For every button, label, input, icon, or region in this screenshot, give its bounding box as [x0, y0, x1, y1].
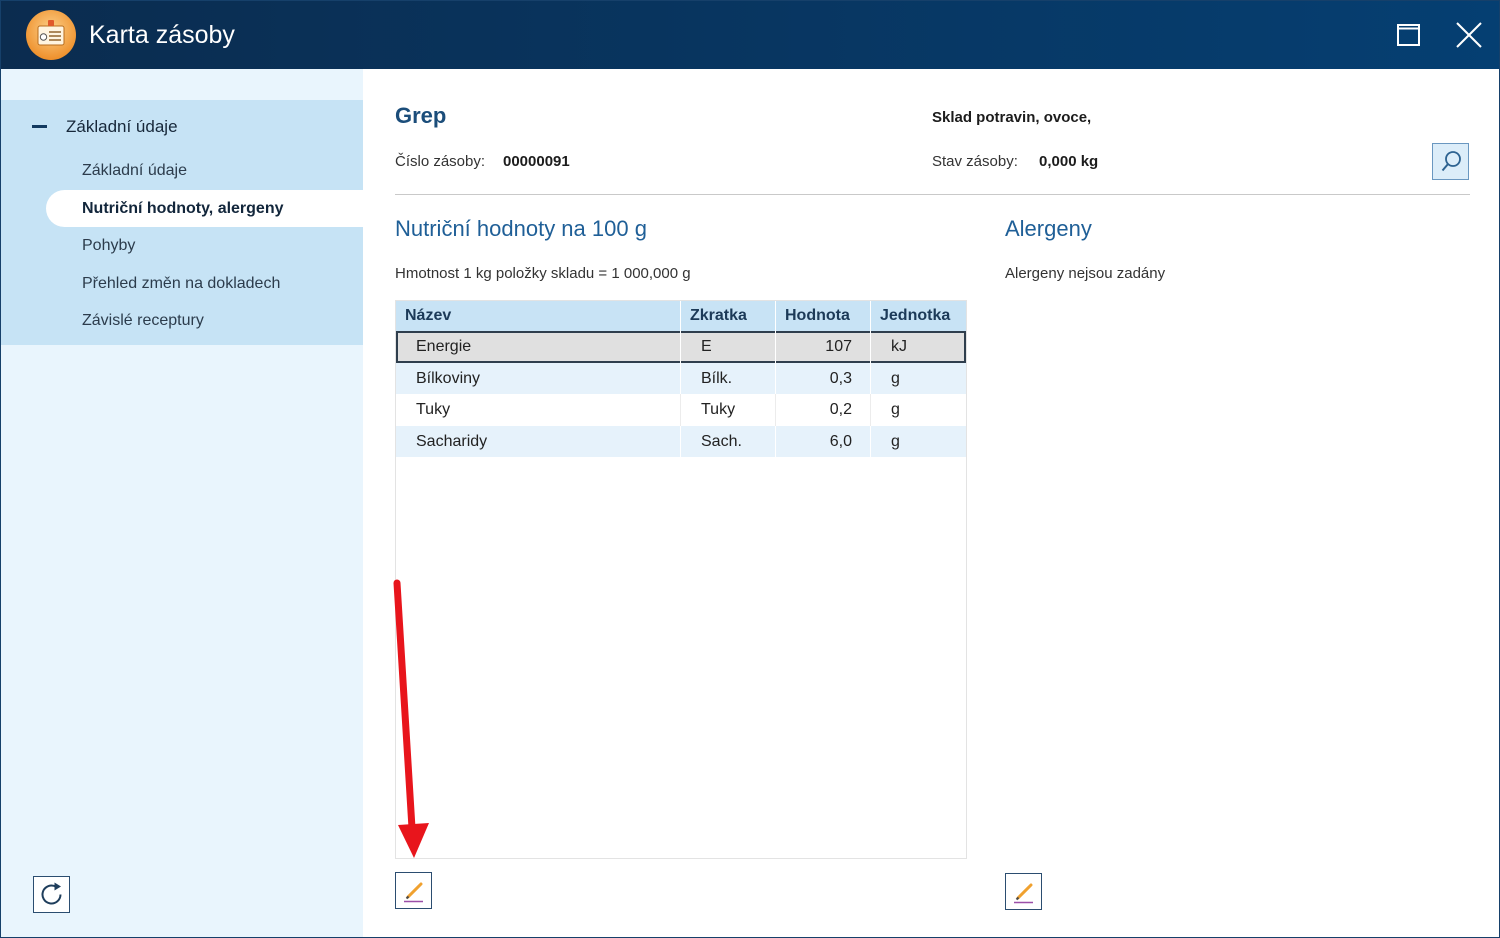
- stock-card-window: Karta zásoby Základní údaje Základní úda…: [0, 0, 1500, 938]
- cell-name: Sacharidy: [396, 425, 681, 457]
- cell-unit: g: [891, 369, 900, 387]
- cell-unit: g: [891, 432, 900, 450]
- cell-value: 107: [776, 331, 871, 363]
- column-header-unit[interactable]: Jednotka: [871, 301, 966, 331]
- table-row[interactable]: Bílkoviny Bílk. 0,3 g: [396, 362, 966, 394]
- minus-icon[interactable]: [32, 125, 47, 128]
- cell-name: Tuky: [396, 394, 681, 426]
- column-header-value[interactable]: Hodnota: [776, 301, 871, 331]
- cell-abbreviation: Sach.: [681, 425, 776, 457]
- pencil-icon: [404, 882, 423, 903]
- cell-value: 0,2: [776, 394, 871, 426]
- cell-unit: g: [891, 401, 900, 418]
- sidebar-item-movements[interactable]: Pohyby: [46, 227, 363, 265]
- sidebar-item-basic-data[interactable]: Základní údaje: [46, 152, 363, 190]
- table-header: Název Zkratka Hodnota Jednotka: [396, 301, 966, 331]
- sidebar-item-nutrition-allergens[interactable]: Nutriční hodnoty, alergeny: [46, 189, 363, 227]
- refresh-button[interactable]: [33, 876, 70, 913]
- nav-items: Základní údaje Nutriční hodnoty, alergen…: [46, 152, 363, 340]
- column-header-abbreviation[interactable]: Zkratka: [681, 301, 776, 331]
- close-button[interactable]: [1449, 14, 1489, 54]
- cell-unit: kJ: [891, 338, 907, 355]
- edit-allergens-button[interactable]: [1005, 873, 1042, 910]
- close-icon: [1456, 22, 1482, 48]
- inventory-card-icon: [26, 10, 76, 60]
- weight-note: Hmotnost 1 kg položky skladu = 1 000,000…: [395, 265, 691, 282]
- maximize-icon: [1397, 24, 1420, 46]
- search-icon: [1441, 151, 1461, 172]
- item-name: Grep: [395, 103, 447, 128]
- stock-number-value: 00000091: [503, 153, 570, 170]
- cell-abbreviation: Tuky: [681, 394, 776, 426]
- pencil-icon: [1014, 883, 1033, 904]
- table-row[interactable]: Sacharidy Sach. 6,0 g: [396, 425, 966, 457]
- warehouse-name: Sklad potravin, ovoce,: [932, 109, 1092, 126]
- allergens-empty-text: Alergeny nejsou zadány: [1005, 265, 1166, 282]
- nav-group-header[interactable]: Základní údaje: [0, 108, 363, 145]
- cell-abbreviation: Bílk.: [681, 362, 776, 394]
- table-row[interactable]: Energie E 107 kJ: [396, 331, 966, 363]
- cell-name: Bílkoviny: [396, 362, 681, 394]
- refresh-icon: [41, 882, 62, 905]
- nav-group: Základní údaje Základní údaje Nutriční h…: [0, 100, 363, 345]
- edit-nutrition-button[interactable]: [395, 872, 432, 909]
- nutrition-title: Nutriční hodnoty na 100 g: [395, 216, 647, 241]
- allergens-title: Alergeny: [1005, 216, 1092, 241]
- header-divider: [395, 194, 1470, 195]
- cell-value: 0,3: [776, 362, 871, 394]
- cell-value: 6,0: [776, 425, 871, 457]
- nav-group-label: Základní údaje: [66, 116, 178, 136]
- sidebar-item-dependent-recipes[interactable]: Závislé receptury: [46, 302, 363, 340]
- stock-state-label: Stav zásoby:: [932, 153, 1018, 170]
- column-header-name[interactable]: Název: [396, 301, 681, 331]
- title-bar: Karta zásoby: [0, 0, 1500, 69]
- search-button[interactable]: [1432, 143, 1469, 180]
- maximize-button[interactable]: [1388, 14, 1428, 54]
- stock-state-value: 0,000 kg: [1039, 153, 1099, 170]
- window-title: Karta zásoby: [89, 21, 235, 49]
- main-content: Grep Sklad potravin, ovoce, Číslo zásoby…: [363, 69, 1500, 938]
- table-row[interactable]: Tuky Tuky 0,2 g: [396, 394, 966, 426]
- sidebar-item-document-changes[interactable]: Přehled změn na dokladech: [46, 265, 363, 303]
- stock-number-label: Číslo zásoby:: [395, 153, 486, 170]
- cell-name: Energie: [396, 331, 681, 363]
- cell-abbreviation: E: [681, 331, 776, 363]
- nutrition-table: Název Zkratka Hodnota Jednotka Energie E…: [395, 300, 967, 859]
- sidebar: Základní údaje Základní údaje Nutriční h…: [0, 69, 363, 938]
